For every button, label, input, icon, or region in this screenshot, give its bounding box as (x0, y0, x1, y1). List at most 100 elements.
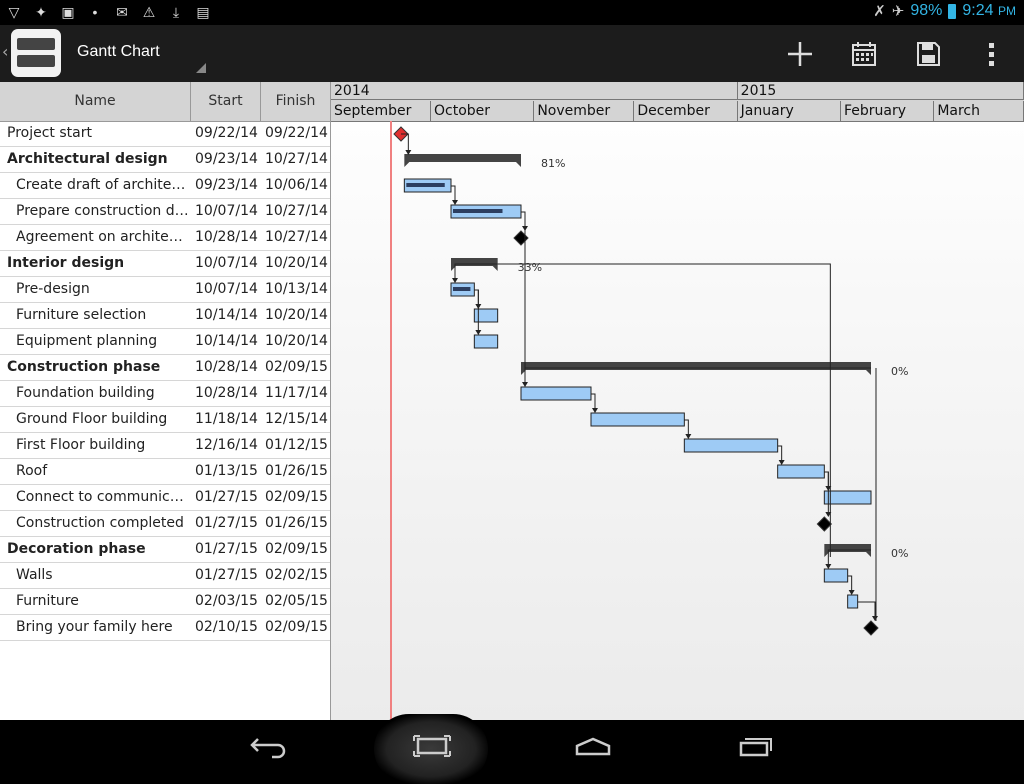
table-row[interactable]: Construction phase 10/28/14 02/09/15 (0, 355, 330, 381)
table-row[interactable]: Foundation building 10/28/14 11/17/14 (0, 381, 330, 407)
table-row[interactable]: Create draft of architecture 09/23/14 10/0… (0, 173, 330, 199)
dependency-line (450, 185, 456, 200)
gantt-chart[interactable]: 2014 2015 September October November December… (331, 82, 1024, 720)
task-finish: 10/27/14 (265, 151, 328, 167)
task-start: 10/14/14 (195, 333, 258, 349)
dependency-arrow (685, 434, 692, 439)
table-row[interactable]: Walls 01/27/15 02/02/15 (0, 563, 330, 589)
table-row[interactable]: Construction completed 01/27/15 01/26/15 (0, 511, 330, 537)
task-finish: 02/05/15 (265, 593, 328, 609)
task-start: 01/13/15 (195, 463, 258, 479)
dependency-line (684, 419, 689, 434)
gantt-canvas[interactable]: 81% 33% 0% 0% (331, 82, 1024, 720)
task-name: Furniture selection (16, 307, 147, 323)
table-row[interactable]: Interior design 10/07/14 10/20/14 (0, 251, 330, 277)
airplane-mode-icon: ✈ (891, 3, 905, 20)
usb-icon: ✦ (35, 4, 47, 20)
task-start: 01/27/15 (195, 541, 258, 557)
table-row[interactable]: Furniture selection 10/14/14 10/20/14 (0, 303, 330, 329)
task-finish: 02/09/15 (265, 619, 328, 635)
task-start: 02/10/15 (195, 619, 258, 635)
task-name: Architectural design (7, 151, 168, 167)
dependency-arrow (521, 382, 528, 387)
task-start: 10/07/14 (195, 255, 258, 271)
task-start: 10/07/14 (195, 281, 258, 297)
task-progress (406, 183, 445, 187)
task-name: Construction phase (7, 359, 161, 375)
table-row[interactable]: First Floor building 12/16/14 01/12/15 (0, 433, 330, 459)
progress-label: 81% (541, 157, 565, 170)
task-progress (452, 209, 503, 213)
save-button[interactable] (911, 37, 945, 71)
wifi-signal-icon: ▽ (8, 4, 20, 20)
table-row[interactable]: Project start 09/22/14 09/22/14 (0, 121, 330, 147)
table-row[interactable]: Pre-design 10/07/14 10/13/14 (0, 277, 330, 303)
column-header-name[interactable]: Name (0, 82, 191, 121)
task-name: Agreement on architectural plan (16, 229, 190, 245)
dependency-arrow (871, 616, 878, 621)
home-icon (575, 737, 611, 756)
task-bar (683, 438, 779, 453)
dependency-arrow (475, 330, 482, 335)
milestone (513, 230, 529, 246)
dependency-arrow (848, 590, 855, 595)
task-start: 12/16/14 (195, 437, 258, 453)
warning-icon: ⚠ (142, 4, 156, 20)
up-navigation-icon[interactable]: ‹ (2, 42, 8, 61)
briefcase-icon: ▤ (196, 4, 210, 20)
app-title[interactable]: Gantt Chart (77, 43, 160, 61)
table-row[interactable]: Ground Floor building 11/18/14 12/15/14 (0, 407, 330, 433)
task-finish: 10/20/14 (265, 333, 328, 349)
task-start: 09/23/14 (195, 177, 258, 193)
column-header-start[interactable]: Start (191, 82, 261, 121)
calendar-icon (852, 42, 876, 66)
milestone (816, 516, 833, 532)
overflow-menu-button[interactable] (975, 37, 1009, 71)
screenshot-icon (413, 735, 451, 757)
task-bar (823, 568, 849, 583)
recent-apps-button[interactable] (725, 730, 785, 760)
table-row[interactable]: Equipment planning 10/14/14 10/20/14 (0, 329, 330, 355)
task-start: 01/27/15 (195, 515, 258, 531)
column-header-finish[interactable]: Finish (261, 82, 330, 121)
task-name: Furniture (16, 593, 79, 609)
task-name: Equipment planning (16, 333, 158, 349)
app-logo-icon[interactable] (11, 29, 61, 77)
dependency-line (847, 575, 853, 590)
task-name: First Floor building (16, 437, 146, 453)
dependency-line (857, 601, 876, 616)
view-spinner-indicator[interactable] (196, 63, 206, 73)
task-start: 01/27/15 (195, 489, 258, 505)
dependency-arrow (825, 564, 832, 569)
add-task-button[interactable] (783, 37, 817, 71)
task-finish: 10/20/14 (265, 307, 328, 323)
dependency-arrow (778, 460, 785, 465)
progress-label: 0% (891, 547, 908, 560)
table-row[interactable]: Architectural design 09/23/14 10/27/14 (0, 147, 330, 173)
table-row[interactable]: Decoration phase 01/27/15 02/09/15 (0, 537, 330, 563)
table-row[interactable]: Furniture 02/03/15 02/05/15 (0, 589, 330, 615)
dependency-line (497, 263, 831, 557)
calendar-button[interactable] (847, 37, 881, 71)
table-header: Name Start Finish (0, 82, 330, 122)
table-row[interactable]: Agreement on architectural plan 10/28/14 1… (0, 225, 330, 251)
task-finish: 10/27/14 (265, 229, 328, 245)
task-start: 10/28/14 (195, 359, 258, 375)
system-status: ✗ ✈ 98% 9:24 PM (873, 2, 1016, 20)
task-finish: 10/06/14 (265, 177, 328, 193)
table-row[interactable]: Connect to communications 01/27/15 02/09/1… (0, 485, 330, 511)
clock: 9:24 PM (962, 2, 1016, 19)
back-button[interactable] (238, 730, 298, 760)
task-name: Interior design (7, 255, 125, 271)
dependency-line (777, 445, 783, 460)
table-row[interactable]: Roof 01/13/15 01/26/15 (0, 459, 330, 485)
screenshot-button[interactable] (402, 730, 462, 760)
task-start: 02/03/15 (195, 593, 258, 609)
overflow-menu-icon (989, 43, 994, 66)
task-start: 10/28/14 (195, 229, 258, 245)
table-row[interactable]: Prepare construction documents 10/07/14 10… (0, 199, 330, 225)
table-row[interactable]: Bring your family here 02/10/15 02/09/15 (0, 615, 330, 641)
home-button[interactable] (563, 730, 623, 760)
task-finish: 11/17/14 (265, 385, 328, 401)
task-finish: 01/26/15 (265, 515, 328, 531)
